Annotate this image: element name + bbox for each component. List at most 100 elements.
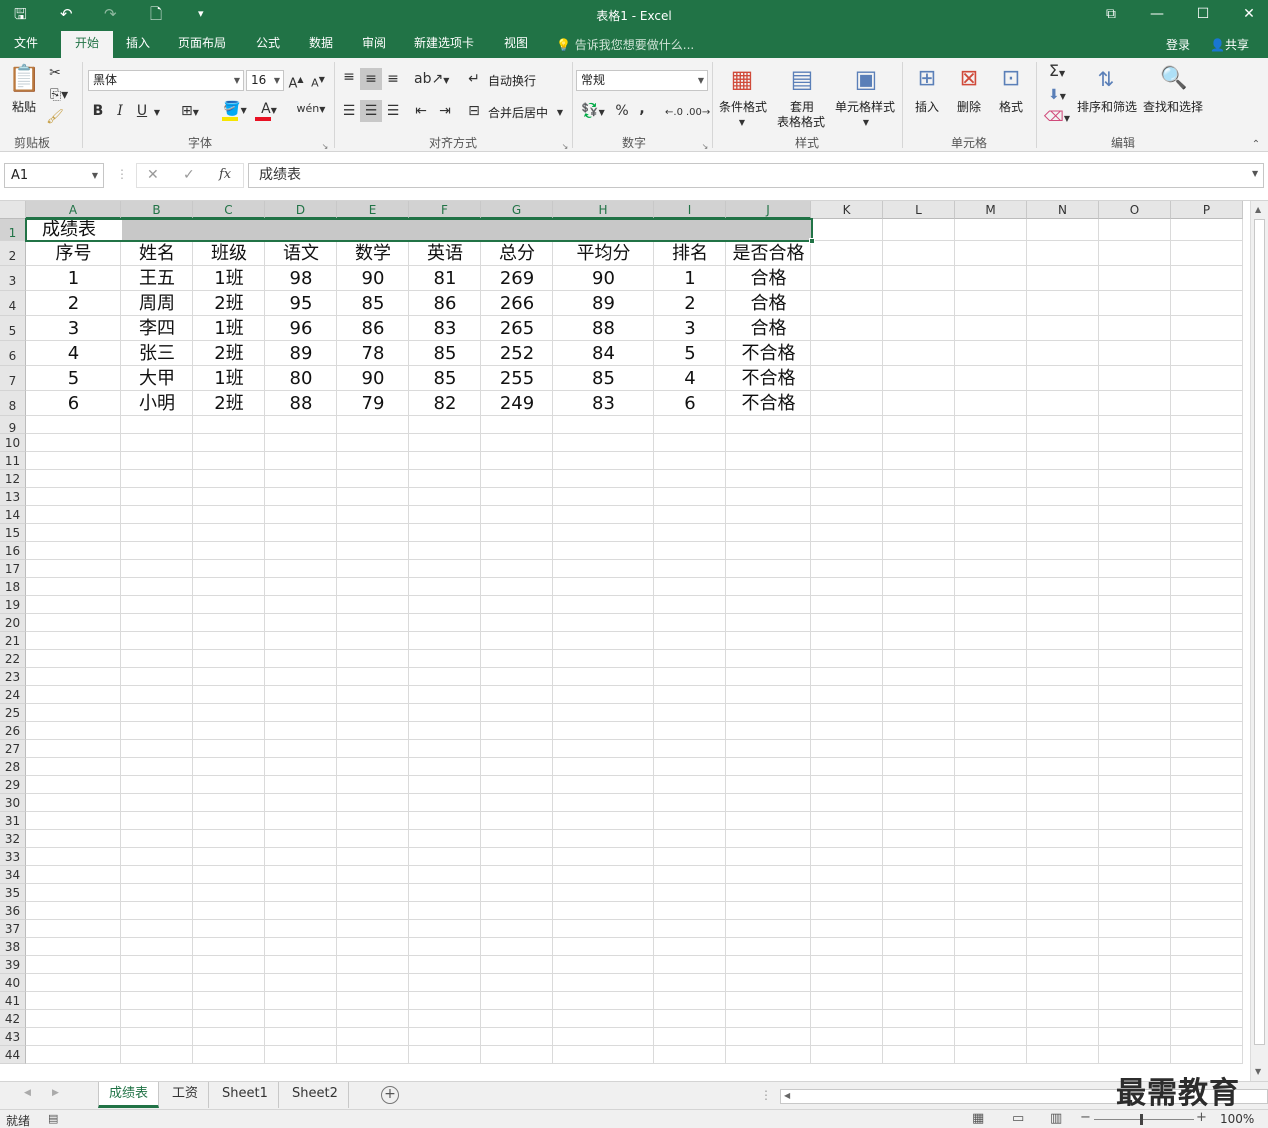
- data-cell[interactable]: 83: [409, 316, 481, 341]
- header-cell[interactable]: 平均分: [553, 241, 654, 266]
- phonetic-guide-icon[interactable]: wén▼: [296, 100, 326, 119]
- percent-button[interactable]: %: [614, 102, 630, 120]
- scroll-down-icon[interactable]: ▼: [1255, 1067, 1261, 1076]
- row-header-27[interactable]: 27: [0, 740, 26, 758]
- data-cell[interactable]: 张三: [121, 341, 193, 366]
- header-cell[interactable]: 姓名: [121, 241, 193, 266]
- tab-formulas[interactable]: 公式: [248, 31, 288, 58]
- minimize-button[interactable]: —: [1142, 4, 1172, 24]
- row-header-40[interactable]: 40: [0, 974, 26, 992]
- data-cell[interactable]: 90: [553, 266, 654, 291]
- data-cell[interactable]: 255: [481, 366, 553, 391]
- tell-me-box[interactable]: 💡 告诉我您想要做什么...: [556, 36, 694, 53]
- comma-button[interactable]: ,: [636, 100, 648, 118]
- data-cell[interactable]: 不合格: [726, 391, 811, 416]
- row-header-33[interactable]: 33: [0, 848, 26, 866]
- clipboard-paste-icon[interactable]: 📋: [8, 64, 40, 94]
- italic-button[interactable]: I: [114, 102, 126, 120]
- sheet-tab-sheet1[interactable]: Sheet1: [212, 1082, 279, 1108]
- align-bottom-icon[interactable]: ≡: [384, 70, 402, 88]
- fill-handle[interactable]: [809, 238, 815, 244]
- row-header-20[interactable]: 20: [0, 614, 26, 632]
- column-header-f[interactable]: F: [409, 201, 481, 219]
- data-cell[interactable]: 79: [337, 391, 409, 416]
- tab-view[interactable]: 视图: [496, 31, 536, 58]
- scroll-up-icon[interactable]: ▲: [1255, 205, 1261, 214]
- data-cell[interactable]: 李四: [121, 316, 193, 341]
- scroll-left-icon[interactable]: ◀: [784, 1091, 790, 1100]
- vertical-scrollbar[interactable]: ▲ ▼: [1250, 201, 1268, 1081]
- zoom-out-icon[interactable]: −: [1080, 1110, 1091, 1125]
- data-cell[interactable]: 大甲: [121, 366, 193, 391]
- data-cell[interactable]: 合格: [726, 266, 811, 291]
- insert-cells-button[interactable]: 插入: [910, 98, 944, 115]
- paste-button[interactable]: 粘贴: [8, 98, 40, 115]
- tab-file[interactable]: 文件: [6, 31, 46, 58]
- data-cell[interactable]: 5: [26, 366, 121, 391]
- clear-icon[interactable]: ⌫▼: [1042, 108, 1072, 128]
- select-all-corner[interactable]: [0, 201, 26, 219]
- data-cell[interactable]: 85: [409, 341, 481, 366]
- cell-styles-button[interactable]: 单元格样式: [832, 98, 898, 115]
- insert-cells-icon[interactable]: ⊞: [912, 64, 942, 94]
- data-cell[interactable]: 不合格: [726, 341, 811, 366]
- expand-formula-bar-icon[interactable]: ▼: [1252, 169, 1258, 178]
- autosum-icon[interactable]: Σ▼: [1042, 62, 1072, 83]
- row-header-37[interactable]: 37: [0, 920, 26, 938]
- cancel-icon[interactable]: ✕: [147, 167, 159, 183]
- row-header-23[interactable]: 23: [0, 668, 26, 686]
- wrap-text-button[interactable]: 自动换行: [488, 72, 536, 89]
- decrease-decimal-icon[interactable]: .00→: [686, 104, 710, 122]
- row-header-41[interactable]: 41: [0, 992, 26, 1010]
- chevron-down-icon[interactable]: ▼: [152, 104, 162, 122]
- column-header-l[interactable]: L: [883, 201, 955, 219]
- align-middle-icon[interactable]: ≡: [362, 70, 380, 88]
- scrollbar-thumb[interactable]: [1254, 219, 1265, 1045]
- number-format-combo[interactable]: 常规 ▼: [576, 70, 708, 91]
- row-header-38[interactable]: 38: [0, 938, 26, 956]
- row-header-13[interactable]: 13: [0, 488, 26, 506]
- data-cell[interactable]: 269: [481, 266, 553, 291]
- column-header-g[interactable]: G: [481, 201, 553, 219]
- row-header-10[interactable]: 10: [0, 434, 26, 452]
- maximize-button[interactable]: ☐: [1188, 4, 1218, 24]
- row-header-30[interactable]: 30: [0, 794, 26, 812]
- increase-indent-icon[interactable]: ⇥: [436, 102, 454, 120]
- resize-handle-icon[interactable]: ⋮: [116, 167, 128, 181]
- ribbon-display-options-button[interactable]: ⧉: [1096, 4, 1126, 24]
- find-select-icon[interactable]: 🔍: [1158, 64, 1190, 94]
- data-cell[interactable]: 2班: [193, 341, 265, 366]
- accounting-format-icon[interactable]: 💱▼: [578, 102, 608, 122]
- header-cell[interactable]: 排名: [654, 241, 726, 266]
- row-header-12[interactable]: 12: [0, 470, 26, 488]
- row-header-22[interactable]: 22: [0, 650, 26, 668]
- row-header-31[interactable]: 31: [0, 812, 26, 830]
- data-cell[interactable]: 83: [553, 391, 654, 416]
- data-cell[interactable]: 78: [337, 341, 409, 366]
- column-header-h[interactable]: H: [553, 201, 654, 219]
- data-cell[interactable]: 266: [481, 291, 553, 316]
- sort-filter-icon[interactable]: ⇅: [1090, 64, 1122, 94]
- delete-cells-button[interactable]: 删除: [952, 98, 986, 115]
- data-cell[interactable]: 86: [409, 291, 481, 316]
- decrease-indent-icon[interactable]: ⇤: [412, 102, 430, 120]
- spreadsheet-grid[interactable]: A B C D E F G H I J K L M N O P 1 2 3 4 5 6 7 8 9 10 11 12 13 14 15 16 1…: [0, 201, 1250, 1081]
- enter-icon[interactable]: ✓: [183, 167, 195, 183]
- tab-page-layout[interactable]: 页面布局: [170, 31, 234, 58]
- data-cell[interactable]: 85: [337, 291, 409, 316]
- row-header-6[interactable]: 6: [0, 341, 26, 366]
- find-select-button[interactable]: 查找和选择: [1142, 98, 1204, 115]
- data-cell[interactable]: 89: [265, 341, 337, 366]
- merge-center-button[interactable]: 合并后居中: [488, 104, 548, 121]
- data-cell[interactable]: 85: [553, 366, 654, 391]
- cut-icon[interactable]: ✂: [46, 64, 64, 82]
- header-cell[interactable]: 序号: [26, 241, 121, 266]
- data-cell[interactable]: 90: [337, 266, 409, 291]
- row-header-34[interactable]: 34: [0, 866, 26, 884]
- data-cell[interactable]: 88: [553, 316, 654, 341]
- column-header-e[interactable]: E: [337, 201, 409, 219]
- collapse-ribbon-icon[interactable]: ⌃: [1250, 136, 1262, 154]
- row-header-17[interactable]: 17: [0, 560, 26, 578]
- login-link[interactable]: 登录: [1166, 36, 1190, 53]
- align-center-icon[interactable]: ☰: [362, 102, 380, 120]
